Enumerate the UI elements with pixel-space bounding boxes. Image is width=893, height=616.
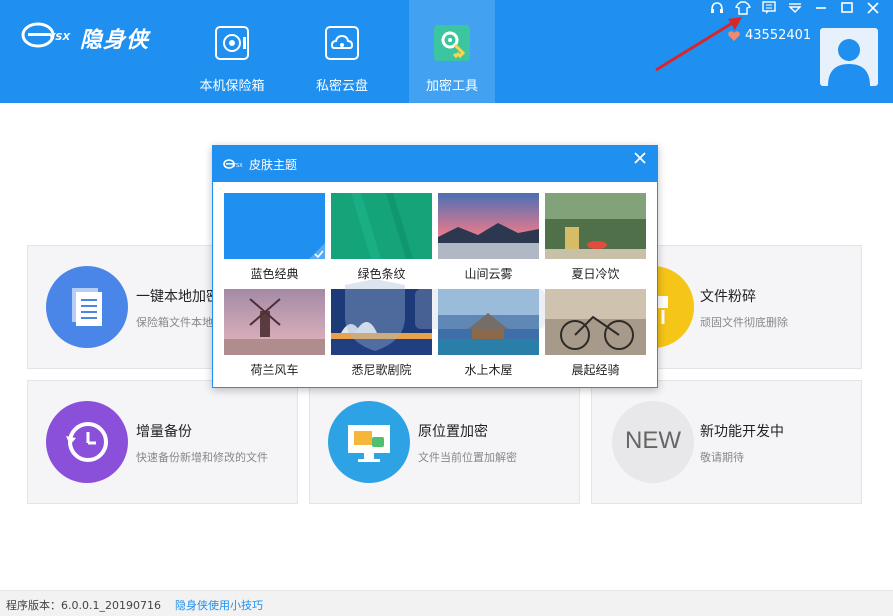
skin-thumbnail — [224, 289, 325, 355]
dialog-header: YSX 皮肤主题 — [213, 146, 657, 182]
minimize-icon[interactable] — [810, 0, 832, 16]
skin-label: 绿色条纹 — [357, 267, 406, 281]
status-bar: 程序版本：6.0.0.1_20190716 隐身侠使用小技巧 — [0, 590, 893, 616]
tab-label: 本机保险箱 — [199, 79, 265, 94]
new-icon: NEW — [612, 401, 694, 483]
annotation-arrow — [655, 17, 742, 72]
skin-dutch-windmill[interactable]: 荷兰风车 — [224, 289, 325, 384]
skin-label: 蓝色经典 — [250, 267, 299, 281]
documents-icon — [72, 288, 102, 326]
skin-thumbnail — [438, 289, 539, 355]
message-icon[interactable] — [758, 0, 780, 16]
skin-water-cabin[interactable]: 水上木屋 — [438, 289, 539, 384]
close-icon — [634, 152, 646, 164]
gear-key-icon — [434, 25, 470, 61]
skin-label: 晨起经骑 — [571, 363, 620, 377]
skin-mountain-mist[interactable]: 山间云雾 — [438, 193, 539, 288]
card-inplace-encrypt[interactable]: 原位置加密 文件当前位置加解密 — [309, 380, 580, 504]
skin-label: 悉尼歌剧院 — [351, 363, 412, 377]
card-title: 增量备份 — [136, 424, 192, 440]
svg-text:YSX: YSX — [48, 32, 71, 43]
user-silhouette-icon — [828, 39, 870, 86]
close-icon[interactable] — [862, 0, 884, 16]
skin-morning-ride[interactable]: 晨起经骑 — [545, 289, 646, 384]
check-icon — [309, 243, 325, 259]
avatar[interactable] — [820, 28, 878, 86]
card-icon-circle — [328, 401, 410, 483]
dialog-close-button[interactable] — [631, 149, 649, 167]
skin-theme-dialog: YSX 皮肤主题 蓝色经典 绿色条纹 山间云雾 夏日冷饮 荷兰风车 悉尼歌剧院 … — [212, 145, 658, 388]
skin-thumbnail — [545, 289, 646, 355]
skin-label: 夏日冷饮 — [571, 267, 620, 281]
skin-summer-drink[interactable]: 夏日冷饮 — [545, 193, 646, 288]
maximize-icon[interactable] — [836, 0, 858, 16]
card-desc: 文件当前位置加解密 — [418, 451, 517, 464]
card-title: 新功能开发中 — [700, 424, 784, 440]
card-icon-circle — [46, 266, 128, 348]
tips-link[interactable]: 隐身侠使用小技巧 — [175, 597, 263, 613]
safe-icon — [215, 26, 249, 60]
card-title: 原位置加密 — [418, 424, 488, 440]
skin-label: 荷兰风车 — [250, 363, 299, 377]
version-text: 程序版本：6.0.0.1_20190716 — [6, 599, 161, 612]
skin-thumbnail — [331, 289, 432, 355]
dialog-title: 皮肤主题 — [249, 158, 298, 172]
card-title: 一键本地加密 — [136, 289, 220, 305]
svg-text:YSX: YSX — [232, 163, 243, 169]
monitor-lock-icon — [348, 425, 390, 462]
card-title: 文件粉碎 — [700, 289, 756, 305]
new-badge: NEW — [625, 427, 681, 454]
card-desc: 敬请期待 — [700, 451, 744, 464]
title-bar: YSX 隐身侠 本机保险箱 私密云盘 加密工具 43552401 — [0, 0, 893, 103]
skin-sydney-opera[interactable]: 悉尼歌剧院 — [331, 289, 432, 384]
card-desc: 快速备份新增和修改的文件 — [136, 451, 268, 464]
dropdown-icon[interactable] — [784, 0, 806, 16]
clock-backup-icon — [66, 422, 108, 462]
tab-private-cloud[interactable]: 私密云盘 — [299, 0, 385, 103]
card-new-feature[interactable]: NEW 新功能开发中 敬请期待 — [591, 380, 862, 504]
skin-label: 山间云雾 — [464, 267, 513, 281]
card-incremental-backup[interactable]: 增量备份 快速备份新增和修改的文件 — [27, 380, 298, 504]
card-desc: 顽固文件彻底删除 — [700, 316, 788, 329]
skin-thumbnail — [545, 193, 646, 259]
cloud-icon — [325, 26, 359, 60]
skin-thumbnail — [438, 193, 539, 259]
skin-thumbnail — [224, 193, 325, 259]
tab-label: 私密云盘 — [315, 79, 368, 94]
tab-encrypt-tools[interactable]: 加密工具 — [409, 0, 495, 103]
skin-blue-classic[interactable]: 蓝色经典 — [224, 193, 325, 288]
user-id: 43552401 — [745, 28, 812, 43]
card-icon-circle — [46, 401, 128, 483]
app-name: 隐身侠 — [80, 28, 150, 53]
skin-thumbnail — [331, 193, 432, 259]
card-desc: 保险箱文件本地 — [136, 316, 213, 329]
dialog-logo-icon: YSX — [223, 159, 243, 169]
skin-label: 水上木屋 — [464, 363, 513, 377]
skin-green-stripe[interactable]: 绿色条纹 — [331, 193, 432, 288]
tab-label: 加密工具 — [425, 79, 478, 94]
tab-local-safe[interactable]: 本机保险箱 — [189, 0, 275, 103]
